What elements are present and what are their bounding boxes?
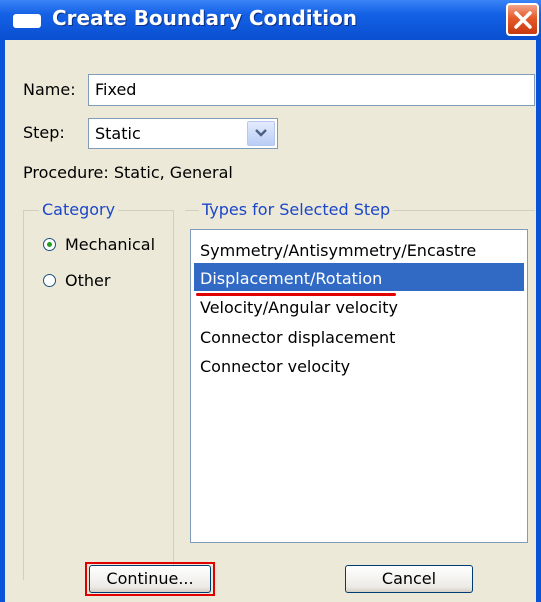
list-item[interactable]: Symmetry/Antisymmetry/Encastre — [200, 241, 476, 260]
radio-selected-dot — [47, 242, 52, 247]
list-item[interactable]: Connector velocity — [200, 357, 350, 376]
chevron-down-icon — [255, 129, 267, 137]
name-input-value: Fixed — [95, 80, 137, 99]
radio-other-label: Other — [65, 271, 111, 290]
name-input[interactable]: Fixed — [88, 74, 535, 106]
category-group-border-right — [173, 210, 174, 580]
cancel-button[interactable]: Cancel — [345, 565, 473, 593]
red-underline-annotation — [196, 293, 396, 296]
radio-mechanical-label: Mechanical — [65, 235, 156, 254]
red-box-annotation — [85, 562, 215, 596]
list-item-selected[interactable]: Displacement/Rotation — [200, 269, 382, 288]
types-group-title: Types for Selected Step — [199, 200, 394, 219]
list-item[interactable]: Connector displacement — [200, 328, 395, 347]
step-dropdown-button[interactable] — [247, 121, 275, 146]
step-label: Step: — [23, 123, 65, 142]
category-group-border-left — [23, 210, 24, 580]
category-group-title: Category — [39, 200, 119, 219]
radio-other-button[interactable] — [43, 274, 56, 287]
title-bar[interactable]: Create Boundary Condition — [0, 0, 541, 40]
radio-mechanical-button[interactable] — [43, 238, 56, 251]
close-button[interactable] — [506, 3, 539, 36]
window-icon — [13, 14, 41, 28]
list-item[interactable]: Velocity/Angular velocity — [200, 298, 398, 317]
procedure-label: Procedure: Static, General — [23, 163, 233, 182]
name-label: Name: — [23, 80, 76, 99]
step-select-value: Static — [95, 124, 141, 143]
window-title: Create Boundary Condition — [52, 6, 358, 30]
close-icon — [514, 11, 532, 29]
dialog-window: Create Boundary Condition Name: Fixed St… — [0, 0, 541, 602]
